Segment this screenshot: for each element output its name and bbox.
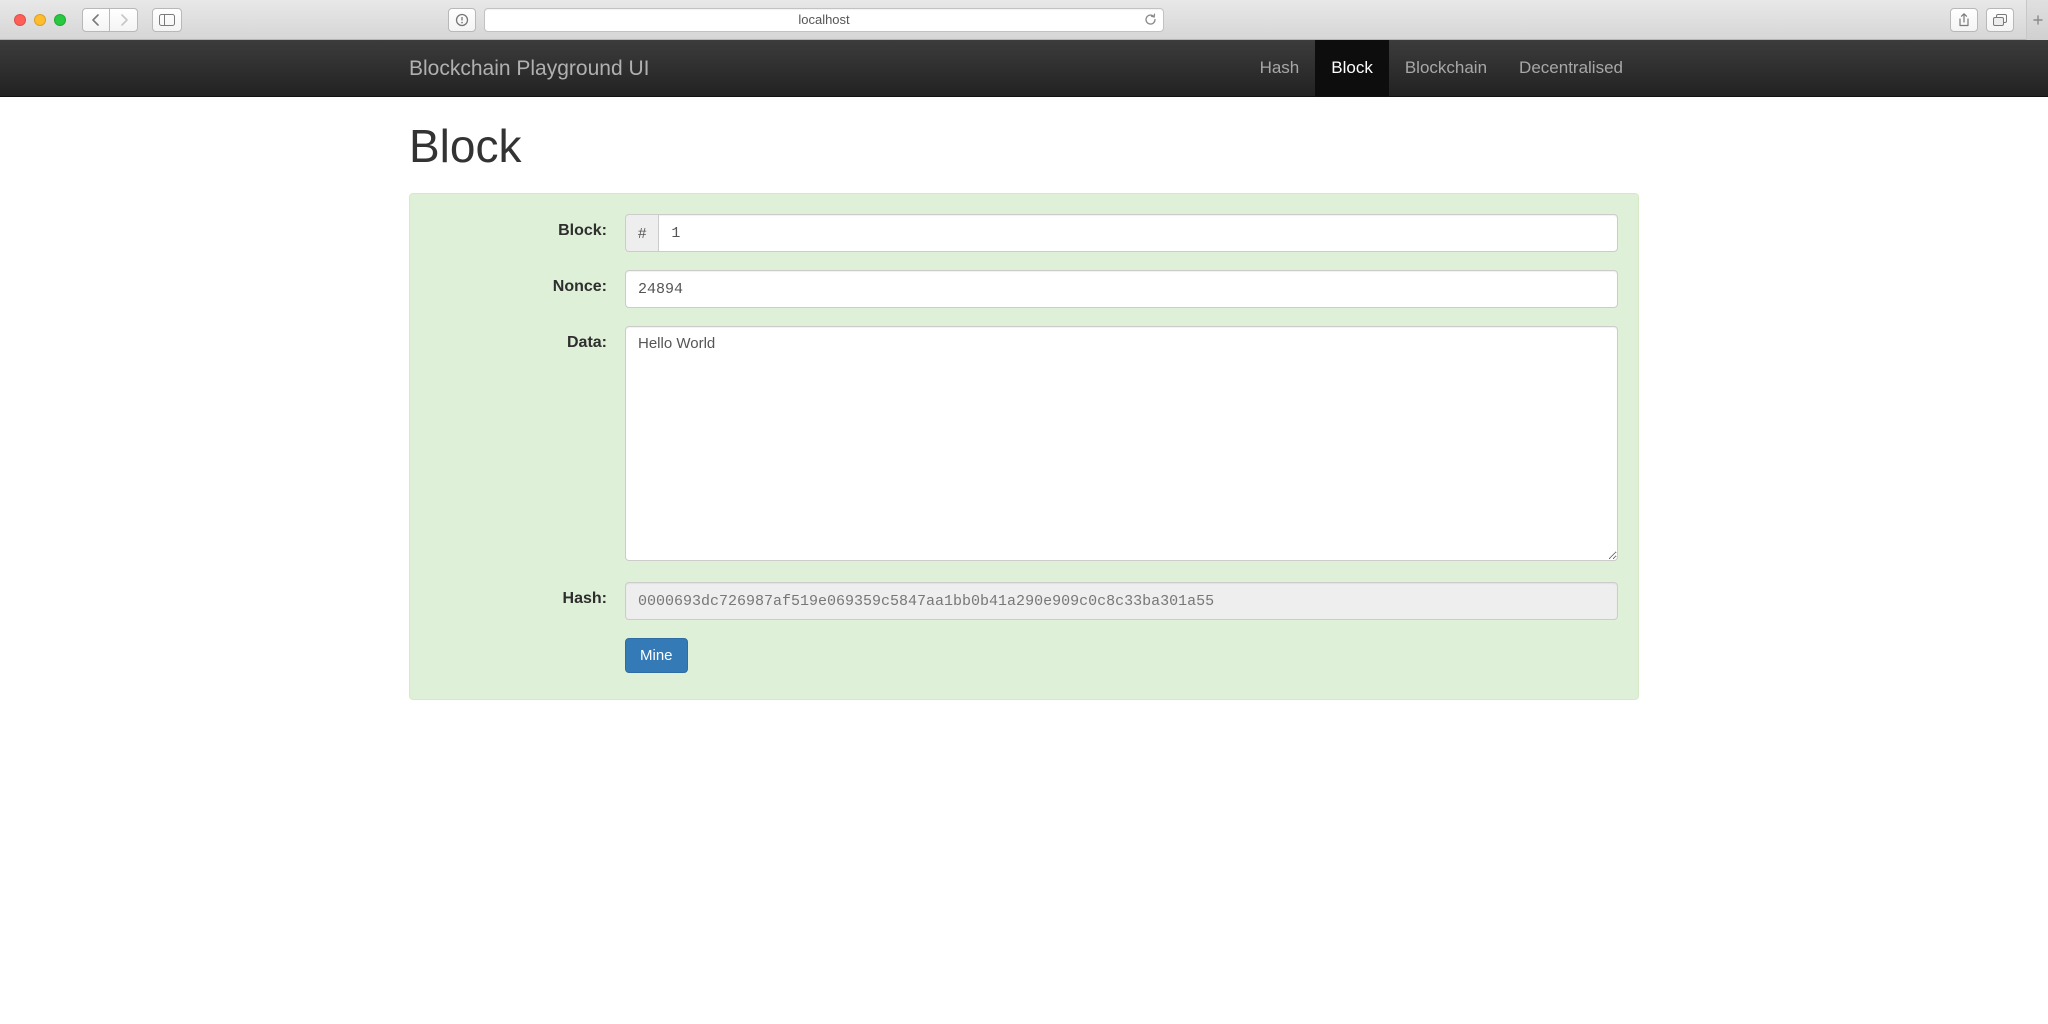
block-panel: Block: # Nonce: Data: Hash: xyxy=(409,193,1639,700)
new-tab-button[interactable] xyxy=(2026,0,2048,40)
sidebar-icon xyxy=(159,14,175,26)
window-traffic-lights xyxy=(14,14,66,26)
nav-link-blockchain[interactable]: Blockchain xyxy=(1389,40,1503,97)
page-title: Block xyxy=(409,119,1639,173)
url-text: localhost xyxy=(798,12,849,27)
nav-back-forward-group xyxy=(82,8,138,32)
tabs-icon xyxy=(1993,14,2007,26)
nav-link-block[interactable]: Block xyxy=(1315,40,1389,97)
hash-label: Hash: xyxy=(430,582,625,608)
sidebar-toggle-button[interactable] xyxy=(152,8,182,32)
reload-icon xyxy=(1144,13,1157,26)
block-label: Block: xyxy=(430,214,625,240)
chevron-left-icon xyxy=(91,14,101,26)
nonce-label: Nonce: xyxy=(430,270,625,296)
hash-output xyxy=(625,582,1618,620)
data-textarea[interactable] xyxy=(625,326,1618,561)
reload-button[interactable] xyxy=(1144,13,1157,26)
reader-icon xyxy=(455,13,469,27)
plus-icon xyxy=(2033,15,2043,25)
navbar-brand[interactable]: Blockchain Playground UI xyxy=(409,40,649,97)
data-label: Data: xyxy=(430,326,625,352)
navbar: Blockchain Playground UI Hash Block Bloc… xyxy=(0,40,2048,97)
window-minimize-icon[interactable] xyxy=(34,14,46,26)
block-addon: # xyxy=(625,214,658,252)
url-bar[interactable]: localhost xyxy=(484,8,1164,32)
back-button[interactable] xyxy=(82,8,110,32)
window-zoom-icon[interactable] xyxy=(54,14,66,26)
forward-button[interactable] xyxy=(110,8,138,32)
nonce-input[interactable] xyxy=(625,270,1618,308)
navbar-links: Hash Block Blockchain Decentralised xyxy=(1244,40,1639,97)
browser-chrome: localhost xyxy=(0,0,2048,40)
share-button[interactable] xyxy=(1950,8,1978,32)
mine-button[interactable]: Mine xyxy=(625,638,688,673)
nav-link-hash[interactable]: Hash xyxy=(1244,40,1316,97)
share-icon xyxy=(1958,13,1970,27)
nav-link-decentralised[interactable]: Decentralised xyxy=(1503,40,1639,97)
window-close-icon[interactable] xyxy=(14,14,26,26)
reader-button[interactable] xyxy=(448,8,476,32)
chevron-right-icon xyxy=(119,14,129,26)
tabs-button[interactable] xyxy=(1986,8,2014,32)
block-input[interactable] xyxy=(658,214,1618,252)
